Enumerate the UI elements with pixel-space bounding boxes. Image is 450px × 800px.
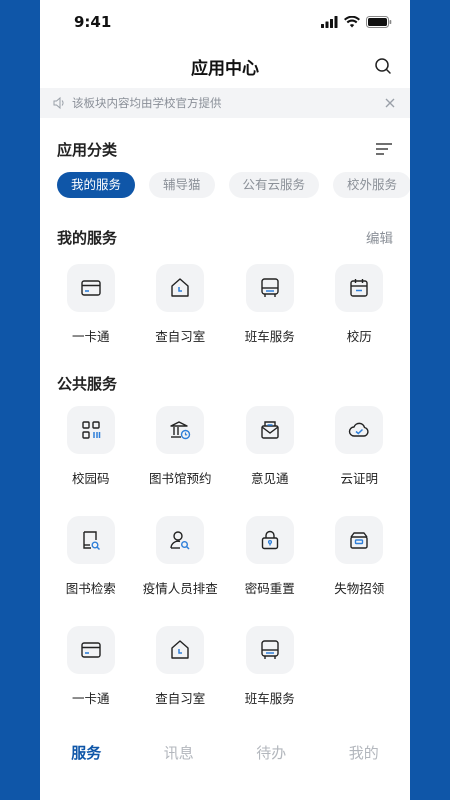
library-icon: [156, 406, 205, 454]
bus-icon: [245, 264, 294, 312]
notice-text: 该板块内容均由学校官方提供: [72, 96, 222, 110]
app-label: 一卡通: [71, 691, 110, 706]
app-qr-code[interactable]: 校园码: [46, 404, 136, 514]
app-label: 班车服务: [244, 329, 295, 344]
tab-todo[interactable]: 待办: [225, 742, 318, 763]
app-calendar[interactable]: 校历: [315, 262, 405, 362]
app-label: 疫情人员排查: [142, 581, 218, 596]
tab-messages[interactable]: 讯息: [133, 742, 226, 763]
app-label: 班车服务: [244, 691, 295, 706]
my-services-grid: 一卡通 查自习室 班车服务 校历: [40, 262, 410, 362]
category-header: 应用分类: [40, 126, 410, 172]
public-services-title: 公共服务: [57, 374, 118, 393]
app-password-reset[interactable]: 密码重置: [225, 514, 315, 624]
card-icon: [66, 626, 115, 674]
speaker-icon: [53, 96, 64, 110]
app-label: 查自习室: [155, 329, 206, 344]
search-icon[interactable]: [374, 57, 392, 75]
mail-icon: [245, 406, 294, 454]
lock-icon: [245, 516, 294, 564]
card-icon: [66, 264, 115, 312]
app-book-search[interactable]: 图书检索: [46, 514, 136, 624]
study-room-icon: [156, 264, 205, 312]
app-bus[interactable]: 班车服务: [225, 262, 315, 362]
close-icon[interactable]: [384, 97, 396, 109]
app-study-room[interactable]: 查自习室: [136, 624, 226, 734]
my-services-title: 我的服务: [57, 228, 118, 247]
tab-services[interactable]: 服务: [40, 742, 133, 763]
edit-button[interactable]: 编辑: [366, 227, 393, 247]
app-label: 校园码: [71, 471, 110, 486]
app-label: 图书馆预约: [148, 471, 212, 486]
app-card[interactable]: 一卡通: [46, 262, 136, 362]
app-bus[interactable]: 班车服务: [225, 624, 315, 734]
app-label: 失物招领: [334, 581, 385, 596]
app-library[interactable]: 图书馆预约: [136, 404, 226, 514]
app-study-room[interactable]: 查自习室: [136, 262, 226, 362]
cloud-check-icon: [335, 406, 384, 454]
app-cloud-certificate[interactable]: 云证明: [315, 404, 405, 514]
status-icons: [321, 16, 392, 28]
lost-found-icon: [335, 516, 384, 564]
my-services-header: 我的服务 编辑: [40, 212, 410, 262]
app-label: 校历: [346, 329, 372, 344]
page-title: 应用中心: [191, 58, 259, 79]
qr-code-icon: [66, 406, 115, 454]
filter-icon[interactable]: [375, 140, 393, 158]
chip-public-cloud[interactable]: 公有云服务: [228, 172, 320, 198]
public-services-header: 公共服务: [40, 362, 410, 404]
status-time: 9:41: [74, 13, 112, 31]
category-title: 应用分类: [57, 140, 118, 159]
status-bar: 9:41: [40, 0, 410, 44]
app-label: 查自习室: [155, 691, 206, 706]
wifi-icon: [344, 16, 360, 28]
app-epidemic-screening[interactable]: 疫情人员排查: [136, 514, 226, 624]
study-room-icon: [156, 626, 205, 674]
app-feedback[interactable]: 意见通: [225, 404, 315, 514]
signal-icon: [321, 16, 338, 28]
battery-icon: [366, 16, 392, 28]
nav-bar: 应用中心: [40, 44, 410, 88]
app-label: 密码重置: [244, 581, 295, 596]
app-label: 图书检索: [65, 581, 116, 596]
app-label: 意见通: [250, 471, 289, 486]
notice-bar: 该板块内容均由学校官方提供: [40, 88, 410, 118]
chip-offcampus[interactable]: 校外服务: [333, 172, 410, 198]
phone-screen: 9:41 应用中心 该板块内容均由学校官方提供 应用分类 我的服务 辅导猫 公有…: [40, 0, 410, 800]
person-search-icon: [156, 516, 205, 564]
app-label: 一卡通: [71, 329, 110, 344]
app-label: 云证明: [340, 471, 378, 486]
bus-icon: [245, 626, 294, 674]
book-search-icon: [66, 516, 115, 564]
tab-bar: 服务 讯息 待办 我的: [40, 730, 410, 774]
chip-my-services[interactable]: 我的服务: [57, 172, 136, 198]
tab-me[interactable]: 我的: [318, 742, 411, 763]
app-card[interactable]: 一卡通: [46, 624, 136, 734]
category-chips: 我的服务 辅导猫 公有云服务 校外服务: [40, 172, 410, 200]
calendar-icon: [335, 264, 384, 312]
chip-tutor-cat[interactable]: 辅导猫: [149, 172, 215, 198]
app-lost-found[interactable]: 失物招领: [315, 514, 405, 624]
public-services-grid: 校园码 图书馆预约 意见通 云证明 图书检索 疫情人员排查 密码重置 失物招领 …: [40, 404, 410, 734]
